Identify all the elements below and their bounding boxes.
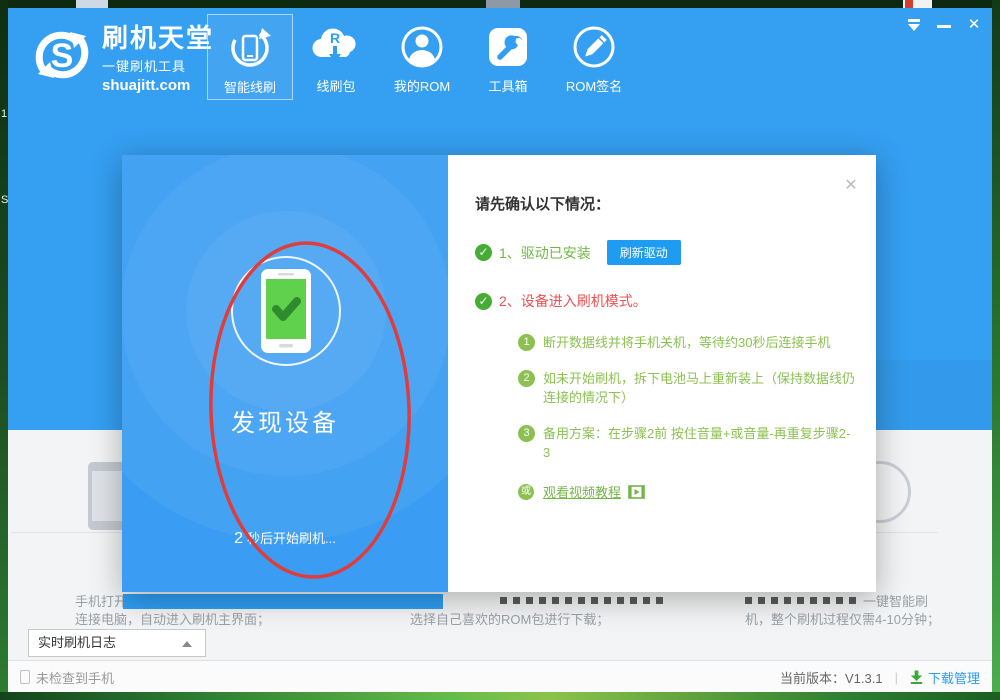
skin-menu-icon[interactable] (906, 18, 922, 32)
step-item-2: 2 如未开始刷机，拆下电池马上重新装上（保持数据线仍连接的情况下） (518, 369, 855, 407)
nav-label: 我的ROM (379, 76, 465, 95)
desktop-label-fragment: 1 (1, 108, 7, 120)
dialog-device-panel: 发现设备 2 秒后开始刷机... (122, 155, 448, 592)
device-found-title: 发现设备 (122, 403, 448, 438)
app-window: S 刷机天堂 一键刷机工具 shuajitt.com 智能线刷 (8, 8, 992, 692)
caption-col3-line1: 一键智能刷 (863, 593, 928, 611)
user-circle-icon (379, 24, 465, 70)
minimize-icon[interactable] (936, 18, 952, 32)
nav-item-toolbox[interactable]: 工具箱 (465, 14, 551, 100)
caption-col1-line2: 连接电脑，自动进入刷机主界面； (75, 611, 270, 629)
main-nav: 智能线刷 R 线刷包 (207, 14, 637, 100)
flash-countdown: 2 秒后开始刷机... (122, 528, 448, 548)
dialog-instructions-panel: ✕ 请先确认以下情况： ✓ 1、驱动已安装 刷新驱动 ✓ 2、设备进入刷机模式。 (448, 155, 876, 592)
step-text: 备用方案：在步骤2前 按住音量+或音量-再重复步骤2-3 (543, 424, 855, 462)
pencil-circle-icon (551, 24, 637, 70)
cloud-rom-download-icon: R (293, 24, 379, 70)
brand: S 刷机天堂 一键刷机工具 shuajitt.com (30, 22, 214, 94)
app-title: 刷机天堂 (102, 22, 214, 54)
check-row-driver: ✓ 1、驱动已安装 刷新驱动 (475, 240, 855, 265)
caption-col3-clipped-line (745, 597, 859, 604)
caption-col1-line1: 手机打开 (75, 593, 127, 611)
step-item-3: 3 备用方案：在步骤2前 按住音量+或音量-再重复步骤2-3 (518, 424, 855, 462)
step-text: 断开数据线并将手机关机，等待约30秒后连接手机 (543, 333, 855, 352)
status-bar: 未检查到手机 当前版本：V1.3.1 | 下载管理 (8, 660, 992, 692)
caption-selection-highlight (123, 594, 443, 609)
nav-item-rom-signature[interactable]: ROM签名 (551, 14, 637, 100)
phone-check-icon (260, 268, 312, 354)
desktop-left-edge: 1 S (0, 0, 8, 700)
nav-item-smart-flash[interactable]: 智能线刷 (207, 14, 293, 100)
nav-label: ROM签名 (551, 76, 637, 95)
nav-item-flash-package[interactable]: R 线刷包 (293, 14, 379, 100)
step-number-badge: 1 (518, 334, 535, 351)
or-badge: 或 (518, 484, 534, 500)
phone-status-text: 未检查到手机 (36, 668, 114, 687)
app-domain: shuajitt.com (102, 77, 214, 94)
check-row-flash-mode: ✓ 2、设备进入刷机模式。 (475, 291, 855, 311)
download-manager-label: 下载管理 (928, 668, 980, 687)
step-number-badge: 3 (518, 425, 535, 442)
step-number-badge: 2 (518, 370, 535, 387)
close-window-icon[interactable]: ✕ (966, 18, 982, 32)
phone-refresh-icon (208, 25, 292, 71)
step-item-1: 1 断开数据线并将手机关机，等待约30秒后连接手机 (518, 333, 855, 352)
caption-col2-clipped-line (500, 597, 666, 604)
video-player-icon[interactable] (628, 485, 645, 499)
video-tutorial-link[interactable]: 观看视频教程 (543, 482, 621, 501)
flash-mode-label: 2、设备进入刷机模式。 (499, 291, 647, 311)
desktop-icon-fragment (76, 0, 108, 8)
video-tutorial-row: 或 观看视频教程 (518, 482, 855, 501)
realtime-log-selector[interactable]: 实时刷机日志 (28, 629, 206, 657)
version-label: 当前版本：V1.3.1 (780, 668, 883, 687)
dialog-title: 请先确认以下情况： (475, 193, 855, 214)
nav-item-my-rom[interactable]: 我的ROM (379, 14, 465, 100)
flash-dialog: 发现设备 2 秒后开始刷机... ✕ 请先确认以下情况： ✓ 1、驱动已安装 刷新… (122, 155, 876, 592)
driver-installed-label: 1、驱动已安装 (499, 243, 591, 263)
countdown-text: 秒后开始刷机... (247, 531, 336, 546)
nav-label: 工具箱 (465, 76, 551, 95)
step-text: 如未开始刷机，拆下电池马上重新装上（保持数据线仍连接的情况下） (543, 369, 855, 407)
desktop-top-edge (0, 0, 1000, 8)
svg-text:R: R (330, 30, 340, 46)
window-controls: ✕ (906, 18, 982, 32)
desktop-icon-fragment (486, 0, 520, 8)
caption-col2-line2: 选择自己喜欢的ROM包进行下载； (410, 611, 609, 629)
download-icon (910, 670, 923, 684)
check-circle-icon: ✓ (475, 244, 492, 261)
desktop-right-edge (992, 0, 1000, 700)
desktop-icon-fragment (905, 0, 913, 8)
svg-text:S: S (51, 37, 74, 75)
caption-col3-line2: 机，整个刷机过程仅需4-10分钟； (745, 611, 940, 629)
desktop-bottom-edge (0, 692, 1000, 700)
check-circle-icon: ✓ (475, 293, 492, 310)
log-selector-label: 实时刷机日志 (38, 635, 116, 650)
desktop-background: 1 S S 刷机天堂 一键刷机工具 shuajitt.com (0, 0, 1000, 700)
app-logo-icon: S (30, 22, 94, 88)
app-subtitle: 一键刷机工具 (102, 56, 214, 75)
nav-label: 线刷包 (293, 76, 379, 95)
nav-label: 智能线刷 (208, 77, 292, 96)
wrench-box-icon (465, 24, 551, 70)
download-manager-link[interactable]: 下载管理 (910, 668, 980, 687)
phone-status-icon (20, 670, 30, 684)
chevron-up-icon (182, 641, 192, 647)
countdown-seconds: 2 (234, 530, 243, 547)
separator: | (895, 670, 898, 685)
step-list: 1 断开数据线并将手机关机，等待约30秒后连接手机 2 如未开始刷机，拆下电池马… (518, 333, 855, 462)
refresh-driver-button[interactable]: 刷新驱动 (607, 240, 681, 265)
device-found-circle (231, 256, 341, 366)
